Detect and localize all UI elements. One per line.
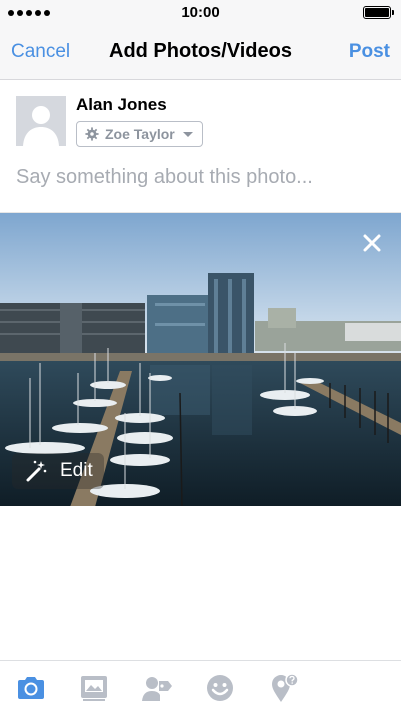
post-button[interactable]: Post (349, 41, 390, 63)
photo-album-icon[interactable] (79, 673, 109, 703)
user-name: Alan Jones (76, 95, 167, 114)
default-avatar-icon (16, 96, 66, 146)
navigation-bar: Cancel Add Photos/Videos Post (0, 26, 401, 80)
gear-icon (85, 127, 99, 141)
battery-icon (363, 6, 394, 19)
avatar (16, 96, 66, 146)
remove-photo-button[interactable] (359, 230, 385, 256)
status-time: 10:00 (181, 4, 220, 21)
status-input[interactable] (16, 166, 386, 189)
chevron-down-icon (182, 131, 193, 137)
feeling-icon[interactable] (205, 673, 235, 703)
attached-photo[interactable]: Edit (0, 212, 401, 506)
cancel-button[interactable]: Cancel (11, 41, 70, 63)
edit-photo-button[interactable]: Edit (12, 453, 104, 489)
status-bar: 10:00 (0, 0, 401, 26)
audience-selector[interactable]: Zoe Taylor (76, 121, 203, 147)
edit-label: Edit (60, 460, 93, 481)
magic-wand-icon (26, 460, 47, 482)
composer-toolbar (0, 660, 401, 712)
camera-icon[interactable] (16, 673, 46, 703)
location-icon[interactable] (269, 673, 299, 703)
audience-label: Zoe Taylor (105, 126, 175, 142)
tag-people-icon[interactable] (142, 673, 172, 703)
